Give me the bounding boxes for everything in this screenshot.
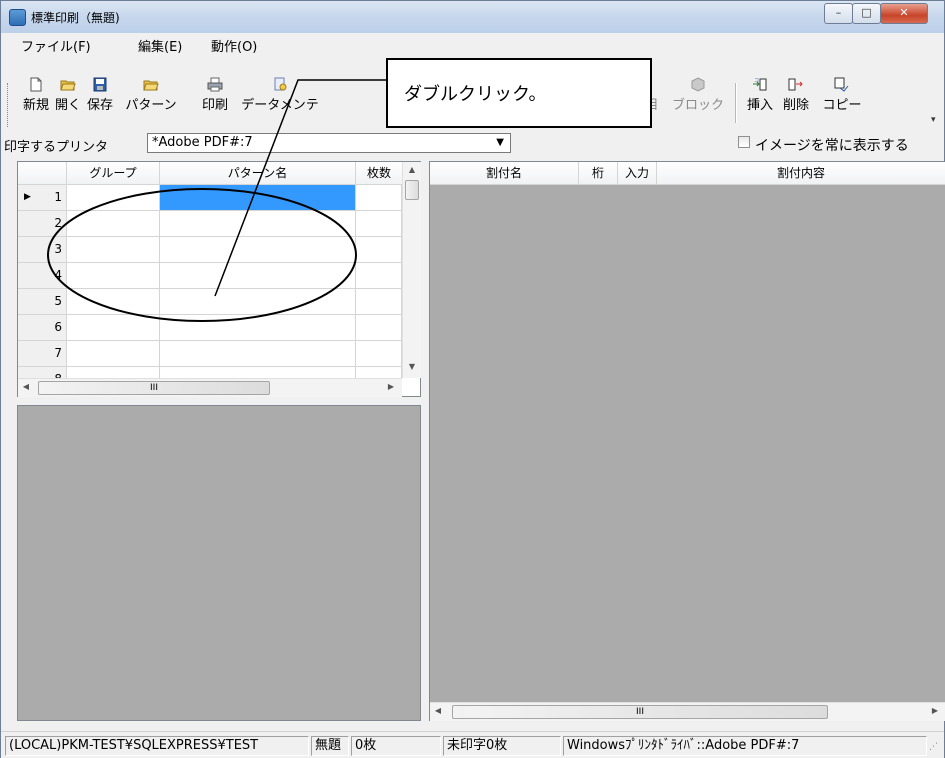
annotation-leader-line bbox=[214, 79, 386, 297]
annotation-overlay bbox=[47, 79, 386, 322]
annotation-ellipse bbox=[47, 188, 357, 322]
